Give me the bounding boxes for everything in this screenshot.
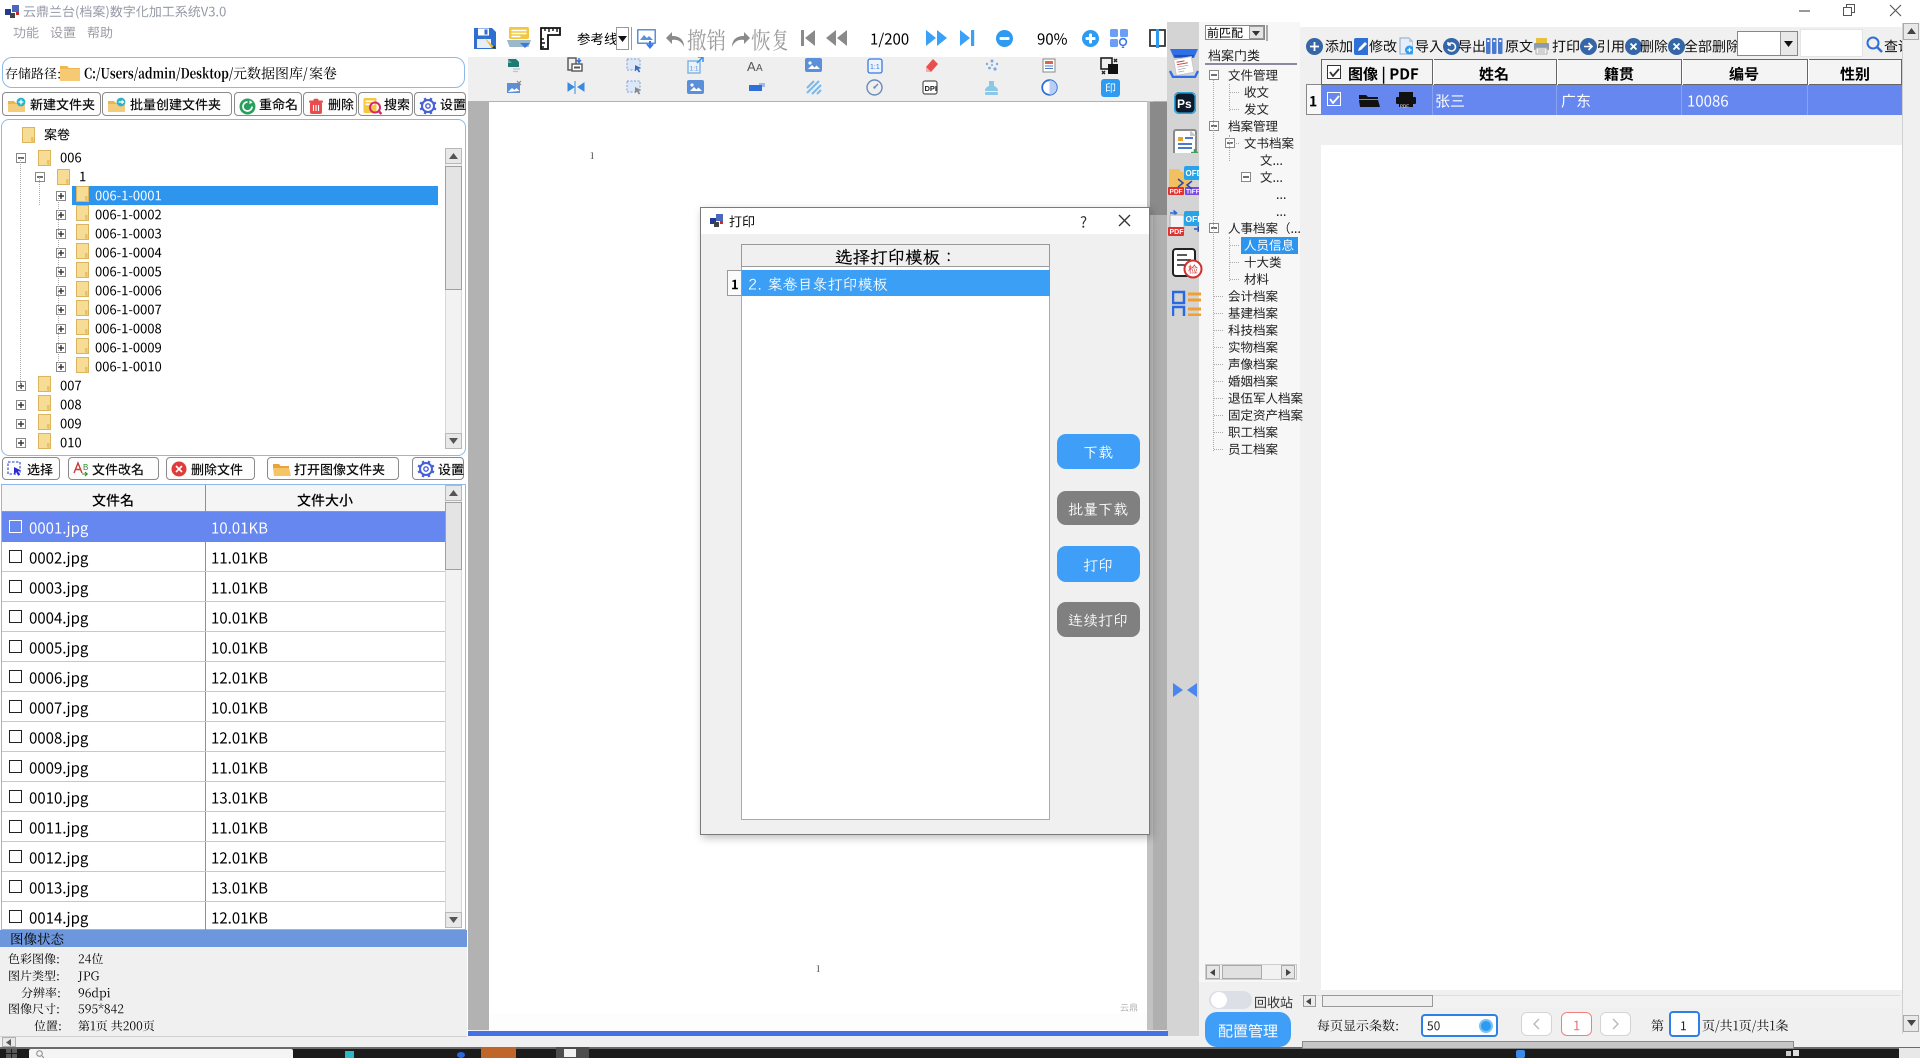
svg-text:TIFF: TIFF	[1186, 189, 1199, 196]
svg-text:PDF: PDF	[1400, 104, 1409, 109]
svg-text:OFD: OFD	[1186, 169, 1200, 178]
svg-text:Ps: Ps	[1177, 97, 1192, 111]
svg-text:PDF: PDF	[1170, 229, 1185, 236]
svg-text:1:1: 1:1	[690, 66, 699, 73]
svg-text:A: A	[756, 63, 763, 73]
svg-text:A: A	[747, 59, 756, 73]
svg-text:B: B	[83, 463, 88, 472]
svg-text:OFD: OFD	[1186, 214, 1200, 224]
svg-text:PDF: PDF	[1170, 189, 1183, 196]
svg-text:DPI: DPI	[925, 84, 938, 93]
svg-text:1:1: 1:1	[870, 64, 880, 71]
